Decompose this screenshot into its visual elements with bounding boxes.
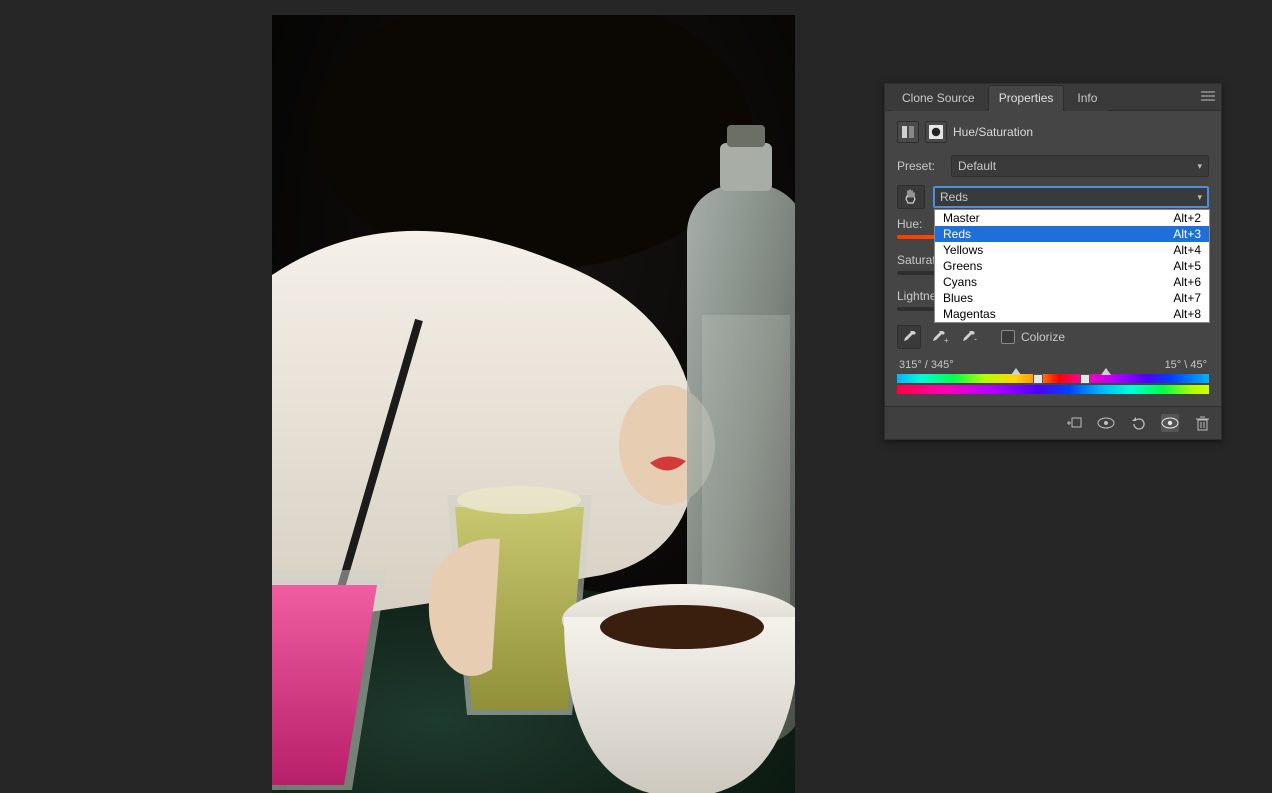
delete-button[interactable] — [1193, 414, 1211, 432]
color-channel-dropdown: MasterAlt+2 RedsAlt+3 YellowsAlt+4 Green… — [934, 209, 1210, 323]
eyedropper-subtract-tool[interactable]: - — [959, 326, 981, 348]
properties-panel: « ✕ Clone Source Properties Info Hue/Sat… — [884, 83, 1222, 440]
preset-select[interactable]: Default ▾ — [951, 155, 1209, 177]
panel-menu-icon[interactable] — [1201, 90, 1215, 104]
reset-button[interactable] — [1129, 414, 1147, 432]
color-channel-value: Reds — [940, 190, 968, 204]
range-falloff-right[interactable] — [1101, 368, 1111, 375]
channel-option-greens[interactable]: GreensAlt+5 — [935, 258, 1209, 274]
channel-option-blues[interactable]: BluesAlt+7 — [935, 290, 1209, 306]
eyedropper-add-tool[interactable]: + — [929, 326, 951, 348]
adjustment-title: Hue/Saturation — [953, 125, 1033, 139]
eyedropper-tool[interactable] — [897, 325, 921, 349]
colorize-checkbox[interactable]: Colorize — [1001, 330, 1065, 344]
checkbox-icon — [1001, 330, 1015, 344]
tab-properties[interactable]: Properties — [988, 85, 1065, 111]
mask-icon[interactable] — [925, 121, 947, 143]
channel-option-yellows[interactable]: YellowsAlt+4 — [935, 242, 1209, 258]
channel-option-master[interactable]: MasterAlt+2 — [935, 210, 1209, 226]
channel-option-reds[interactable]: RedsAlt+3 — [935, 226, 1209, 242]
range-falloff-left[interactable] — [1011, 368, 1021, 375]
color-channel-select[interactable]: Reds ▾ MasterAlt+2 RedsAlt+3 YellowsAlt+… — [933, 186, 1209, 208]
svg-text:-: - — [974, 334, 977, 344]
range-stop-right[interactable] — [1080, 374, 1090, 384]
preset-label: Preset: — [897, 159, 943, 173]
channel-option-magentas[interactable]: MagentasAlt+8 — [935, 306, 1209, 322]
chevron-down-icon: ▾ — [1197, 192, 1202, 203]
toggle-visibility-button[interactable] — [1161, 414, 1179, 432]
adjustment-type-icon — [897, 121, 919, 143]
range-stop-left[interactable] — [1033, 374, 1043, 384]
tab-info[interactable]: Info — [1066, 85, 1108, 111]
clip-to-layer-button[interactable] — [1065, 414, 1083, 432]
tab-clone-source[interactable]: Clone Source — [891, 85, 986, 111]
targeted-adjustment-tool-button[interactable] — [897, 185, 925, 209]
svg-text:+: + — [944, 336, 949, 345]
chevron-down-icon: ▾ — [1197, 161, 1202, 172]
colorize-label: Colorize — [1021, 330, 1065, 344]
view-previous-state-button[interactable] — [1097, 414, 1115, 432]
preset-value: Default — [958, 159, 996, 173]
canvas-image-area[interactable] — [272, 15, 795, 793]
hue-spectrum-strip[interactable] — [897, 374, 1209, 394]
panel-footer — [885, 406, 1221, 439]
channel-option-cyans[interactable]: CyansAlt+6 — [935, 274, 1209, 290]
